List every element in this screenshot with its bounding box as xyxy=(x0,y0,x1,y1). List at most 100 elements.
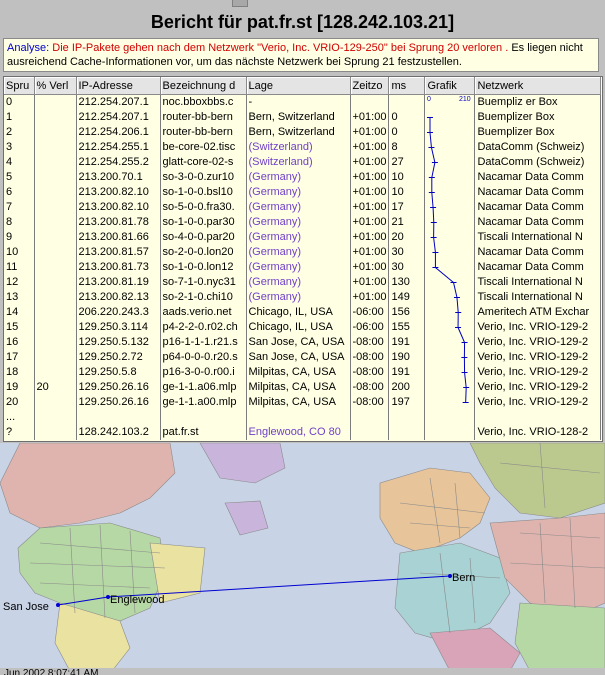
cell-network: Verio, Inc. VRIO-129-2 xyxy=(474,320,602,335)
table-row[interactable]: 11 213.200.81.73 so-1-0-0.lon12 (Germany) +0… xyxy=(4,260,602,275)
cell-network: Nacamar Data Comm xyxy=(474,185,602,200)
route-map[interactable]: Bern Englewood San Jose xyxy=(0,443,605,671)
table-row[interactable]: 6 213.200.82.10 so-1-0-0.bsl10 (Germany) +01… xyxy=(4,185,602,200)
cell-name: be-core-02.tisc xyxy=(160,140,247,155)
column-header-loss[interactable]: % Verl xyxy=(34,77,77,95)
table-row[interactable]: 5 213.200.70.1 so-3-0-0.zur10 (Germany) +01:… xyxy=(4,170,602,185)
cell-location: Milpitas, CA, USA xyxy=(246,395,351,410)
cell-network: Nacamar Data Comm xyxy=(474,245,602,260)
map-label-san-jose: San Jose xyxy=(3,601,49,613)
cell-location: - xyxy=(246,94,351,110)
table-row[interactable]: 12 213.200.81.19 so-7-1-0.nyc31 (Germany) +0… xyxy=(4,275,602,290)
cell-location: Milpitas, CA, USA xyxy=(246,365,351,380)
table-row[interactable]: 10 213.200.81.57 so-2-0-0.lon20 (Germany) +0… xyxy=(4,245,602,260)
table-row[interactable]: 16 129.250.5.132 p16-1-1-1.r21.s San Jose, … xyxy=(4,335,602,350)
cell-ms: 191 xyxy=(388,365,426,380)
analysis-panel: Analyse: Die IP-Pakete gehen nach dem Ne… xyxy=(3,38,599,72)
cell-ip: 129.250.3.114 xyxy=(76,320,161,335)
table-row[interactable]: 18 129.250.5.8 p16-3-0-0.r00.i Milpitas, CA… xyxy=(4,365,602,380)
column-header-graph[interactable]: Grafik xyxy=(424,77,476,95)
cell-ip: 213.200.82.10 xyxy=(76,185,161,200)
table-row[interactable]: 0 212.254.207.1 noc.bboxbbs.c - Buempliz er … xyxy=(4,94,602,110)
cell-location: Bern, Switzerland xyxy=(246,110,351,125)
column-header-timezone[interactable]: Zeitzo xyxy=(350,77,390,95)
table-row[interactable]: 3 212.254.255.1 be-core-02.tisc (Switzerlan… xyxy=(4,140,602,155)
table-row[interactable]: 9 213.200.81.66 so-4-0-0.par20 (Germany) +01… xyxy=(4,230,602,245)
cell-network: Verio, Inc. VRIO-128-2 xyxy=(474,425,602,440)
cell-timezone: -08:00 xyxy=(350,365,390,380)
table-row[interactable]: 17 129.250.2.72 p64-0-0-0.r20.s San Jose, C… xyxy=(4,350,602,365)
cell-hop: 16 xyxy=(4,335,35,350)
table-row[interactable]: 1 212.254.207.1 router-bb-bern Bern, Switze… xyxy=(4,110,602,125)
column-header-ms[interactable]: ms xyxy=(388,77,426,95)
cell-ip: 129.250.2.72 xyxy=(76,350,161,365)
table-row[interactable]: 4 212.254.255.2 glatt-core-02-s (Switzerlan… xyxy=(4,155,602,170)
cell-timezone xyxy=(350,94,390,110)
cell-loss: 20 xyxy=(34,380,77,395)
cell-timezone xyxy=(350,425,390,440)
cell-timezone: +01:00 xyxy=(350,215,390,230)
cell-hop: 1 xyxy=(4,110,35,125)
cell-ip: 129.250.26.16 xyxy=(76,380,161,395)
cell-ms: 20 xyxy=(388,230,426,245)
cell-name: router-bb-bern xyxy=(160,110,247,125)
table-row[interactable]: 8 213.200.81.78 so-1-0-0.par30 (Germany) +01… xyxy=(4,215,602,230)
cell-ms: 21 xyxy=(388,215,426,230)
cell-loss xyxy=(34,170,77,185)
cell-timezone: +01:00 xyxy=(350,290,390,305)
cell-hop: 4 xyxy=(4,155,35,170)
cell-name: so-2-1-0.chi10 xyxy=(160,290,247,305)
map-label-englewood: Englewood xyxy=(110,594,164,606)
table-row[interactable]: ... xyxy=(4,410,602,425)
table-row[interactable]: ? 128.242.103.2 pat.fr.st Englewood, CO 80 V… xyxy=(4,425,602,440)
cell-timezone: +01:00 xyxy=(350,170,390,185)
land-region xyxy=(514,602,605,671)
san-jose-marker[interactable] xyxy=(56,603,60,607)
cell-ms xyxy=(388,425,426,440)
cell-network: Verio, Inc. VRIO-129-2 xyxy=(474,335,602,350)
table-row[interactable]: 2 212.254.206.1 router-bb-bern Bern, Switze… xyxy=(4,125,602,140)
cell-ms: 0 xyxy=(388,110,426,125)
cell-location: San Jose, CA, USA xyxy=(246,335,351,350)
table-row[interactable]: 15 129.250.3.114 p4-2-2-0.r02.ch Chicago, I… xyxy=(4,320,602,335)
cell-timezone: +01:00 xyxy=(350,110,390,125)
cell-network xyxy=(474,410,602,425)
cell-ms: 197 xyxy=(388,395,426,410)
land-region xyxy=(0,443,176,529)
traceroute-table-panel: Spru % Verl IP-Adresse Bezeichnung d Lag… xyxy=(3,76,603,442)
cell-ip: 213.200.81.66 xyxy=(76,230,161,245)
column-header-name[interactable]: Bezeichnung d xyxy=(160,77,247,95)
table-row[interactable]: 14 206.220.243.3 aads.verio.net Chicago, IL… xyxy=(4,305,602,320)
table-row[interactable]: 20 129.250.26.16 ge-1-1.a00.mlp Milpitas, C… xyxy=(4,395,602,410)
column-header-hop[interactable]: Spru xyxy=(4,77,35,95)
cell-location: (Germany) xyxy=(246,245,351,260)
column-header-ip[interactable]: IP-Adresse xyxy=(76,77,161,95)
cell-name: p16-1-1-1.r21.s xyxy=(160,335,247,350)
cell-location: (Switzerland) xyxy=(246,155,351,170)
cell-hop: 10 xyxy=(4,245,35,260)
cell-ms: 8 xyxy=(388,140,426,155)
table-row[interactable]: 19 20 129.250.26.16 ge-1-1.a06.mlp Milpitas,… xyxy=(4,380,602,395)
analysis-loss-text: Die IP-Pakete gehen nach dem Netzwerk "V… xyxy=(52,42,509,54)
graph-scale-max: 210 xyxy=(459,96,471,103)
column-header-location[interactable]: Lage xyxy=(246,77,351,95)
cell-name: so-2-0-0.lon20 xyxy=(160,245,247,260)
cell-location: (Germany) xyxy=(246,260,351,275)
cell-ms: 30 xyxy=(388,260,426,275)
cell-name: noc.bboxbbs.c xyxy=(160,94,247,110)
cell-loss xyxy=(34,320,77,335)
cell-network: Nacamar Data Comm xyxy=(474,170,602,185)
land-region xyxy=(429,627,521,671)
cell-network: Verio, Inc. VRIO-129-2 xyxy=(474,380,602,395)
cell-timezone: +01:00 xyxy=(350,125,390,140)
table-row[interactable]: 13 213.200.82.13 so-2-1-0.chi10 (Germany) +0… xyxy=(4,290,602,305)
graph-scale-min: 0 xyxy=(427,96,431,103)
cell-timezone: +01:00 xyxy=(350,155,390,170)
cell-timezone: -08:00 xyxy=(350,335,390,350)
column-header-network[interactable]: Netzwerk xyxy=(474,77,602,95)
cell-timezone: +01:00 xyxy=(350,245,390,260)
table-row[interactable]: 7 213.200.82.10 so-5-0-0.fra30. (Germany) +0… xyxy=(4,200,602,215)
cell-hop: 0 xyxy=(4,94,35,110)
window-grip-handle[interactable] xyxy=(232,0,248,7)
cell-ip: 212.254.207.1 xyxy=(76,110,161,125)
